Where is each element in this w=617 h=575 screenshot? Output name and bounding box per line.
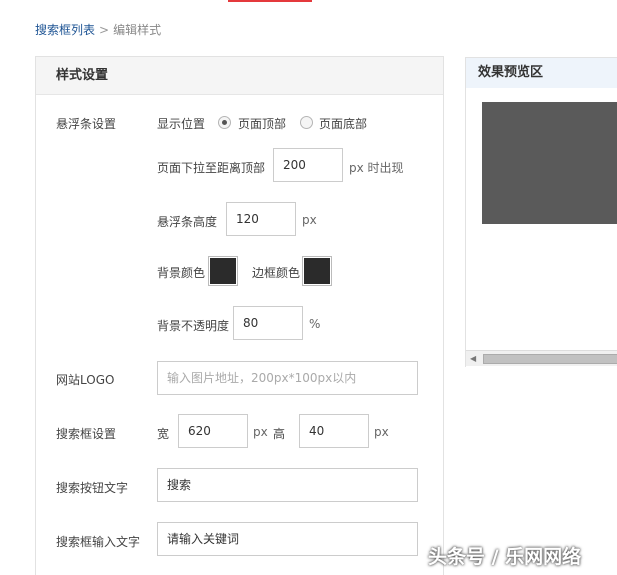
breadcrumb: 搜索框列表 > 编辑样式	[35, 21, 161, 38]
search-box-width-input[interactable]: 620	[178, 414, 248, 448]
search-box-height-input[interactable]: 40	[299, 414, 369, 448]
search-input-text-input[interactable]: 请输入关键词	[157, 522, 418, 556]
breadcrumb-separator: >	[99, 23, 110, 37]
scrollbar-thumb[interactable]	[483, 354, 617, 364]
float-bar-height-label: 悬浮条高度	[157, 215, 218, 229]
search-box-width-label: 宽	[157, 427, 170, 441]
display-position-label: 显示位置	[157, 117, 206, 131]
search-box-height-label: 高	[273, 427, 286, 441]
radio-page-top-label[interactable]: 页面顶部	[238, 115, 286, 132]
search-button-text-input[interactable]: 搜索	[157, 468, 418, 502]
scroll-distance-label: 页面下拉至距离顶部	[157, 161, 266, 175]
background-opacity-label: 背景不透明度	[157, 319, 230, 333]
search-box-width-unit: px	[253, 425, 268, 439]
scroll-distance-unit: px 时出现	[349, 161, 404, 175]
background-color-label: 背景颜色	[157, 266, 206, 280]
watermark: 头条号 / 乐网网络	[428, 546, 582, 568]
scroll-left-arrow-icon[interactable]: ◀	[470, 354, 476, 363]
preview-horizontal-scrollbar[interactable]: ◀	[466, 350, 617, 366]
background-opacity-input[interactable]: 80	[233, 306, 303, 340]
border-color-label: 边框颜色	[252, 266, 301, 280]
preview-float-bar	[482, 102, 617, 224]
search-button-text-label: 搜索按钮文字	[56, 481, 129, 495]
search-input-text-label: 搜索框输入文字	[56, 535, 141, 549]
panel-title: 样式设置	[36, 57, 443, 95]
background-opacity-unit: %	[309, 317, 321, 331]
radio-page-bottom[interactable]	[300, 116, 313, 129]
search-box-height-unit: px	[374, 425, 389, 439]
preview-title: 效果预览区	[466, 58, 617, 88]
radio-page-top[interactable]	[218, 116, 231, 129]
background-color-swatch[interactable]	[208, 256, 238, 286]
site-logo-label: 网站LOGO	[56, 373, 115, 387]
scroll-distance-input[interactable]: 200	[273, 148, 343, 182]
float-bar-height-unit: px	[302, 213, 317, 227]
search-box-settings-label: 搜索框设置	[56, 427, 117, 441]
breadcrumb-current: 编辑样式	[113, 23, 162, 37]
float-bar-settings-label: 悬浮条设置	[56, 117, 117, 131]
breadcrumb-link-search-list[interactable]: 搜索框列表	[35, 23, 95, 37]
float-bar-height-input[interactable]: 120	[226, 202, 296, 236]
preview-panel: 效果预览区 ◀	[465, 57, 617, 367]
site-logo-input[interactable]: 输入图片地址，200px*100px以内	[157, 361, 418, 395]
radio-page-bottom-label[interactable]: 页面底部	[319, 115, 367, 132]
top-nav-active-indicator	[228, 0, 312, 2]
border-color-swatch[interactable]	[302, 256, 332, 286]
